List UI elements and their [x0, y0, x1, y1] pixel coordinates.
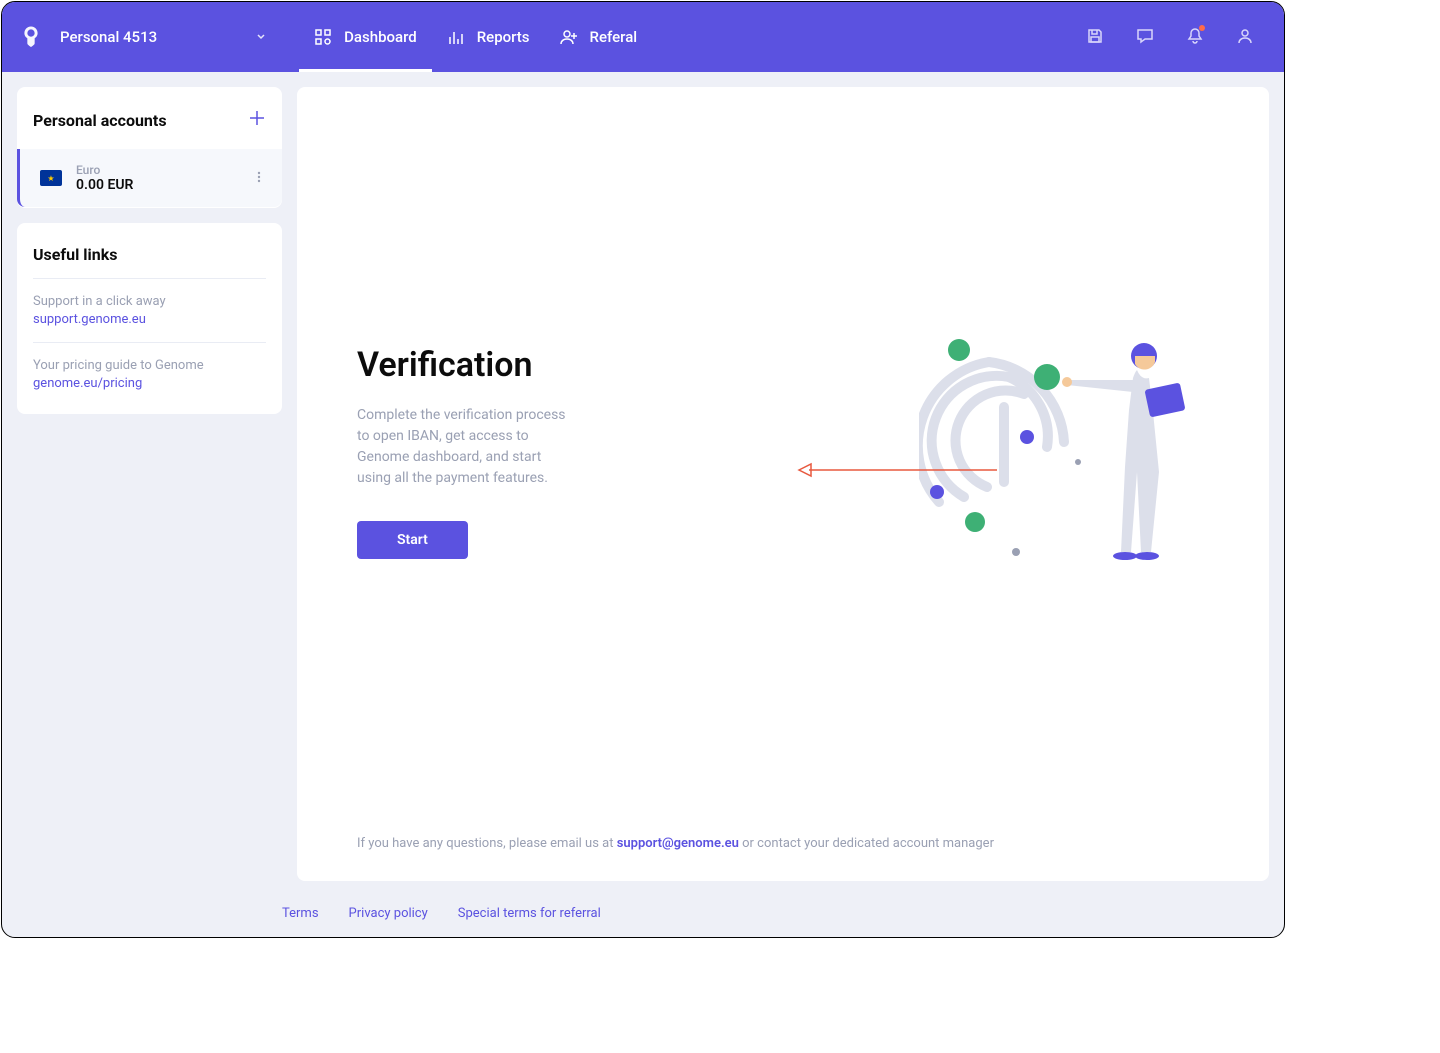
link-item-pricing: Your pricing guide to Genome genome.eu/p… — [33, 342, 266, 406]
footer-terms-link[interactable]: Terms — [282, 906, 319, 921]
link-desc: Support in a click away — [33, 294, 266, 309]
save-icon[interactable] — [1086, 27, 1106, 47]
verification-illustration — [617, 322, 1209, 582]
link-desc: Your pricing guide to Genome — [33, 358, 266, 373]
useful-links-title: Useful links — [33, 245, 266, 264]
footer-referral-link[interactable]: Special terms for referral — [458, 906, 601, 921]
account-row[interactable]: ★ Euro 0.00 EUR — [17, 149, 282, 207]
main-nav: Dashboard Reports Referal — [299, 2, 652, 72]
logo-icon — [22, 25, 42, 49]
header-actions — [1086, 27, 1268, 47]
main-panel: Verification Complete the verification p… — [297, 87, 1269, 881]
nav-dashboard-label: Dashboard — [344, 28, 417, 46]
reports-icon — [447, 28, 465, 46]
account-more-button[interactable] — [248, 165, 270, 192]
nav-referal-label: Referal — [590, 28, 638, 46]
link-item-support: Support in a click away support.genome.e… — [33, 278, 266, 342]
eu-flag-icon: ★ — [40, 170, 62, 186]
start-button[interactable]: Start — [357, 521, 468, 559]
notification-badge — [1199, 25, 1205, 31]
nav-reports[interactable]: Reports — [432, 2, 545, 72]
page-footer: Terms Privacy policy Special terms for r… — [2, 896, 1284, 937]
sidebar: Personal accounts ★ Euro 0.00 EUR — [17, 87, 282, 881]
nav-reports-label: Reports — [477, 28, 530, 46]
chevron-down-icon — [255, 28, 267, 46]
notification-icon[interactable] — [1186, 27, 1206, 47]
link-url[interactable]: genome.eu/pricing — [33, 376, 266, 391]
dashboard-icon — [314, 28, 332, 46]
footer-privacy-link[interactable]: Privacy policy — [349, 906, 428, 921]
nav-referal[interactable]: Referal — [545, 2, 653, 72]
chat-icon[interactable] — [1136, 27, 1156, 47]
profile-icon[interactable] — [1236, 27, 1256, 47]
useful-links-card: Useful links Support in a click away sup… — [17, 223, 282, 414]
account-selector-label: Personal 4513 — [60, 28, 157, 46]
account-selector[interactable]: Personal 4513 — [48, 28, 279, 46]
footer-suffix: or contact your dedicated account manage… — [739, 836, 994, 851]
add-account-button[interactable] — [248, 109, 266, 131]
accounts-title: Personal accounts — [33, 111, 167, 130]
account-currency: Euro — [76, 163, 234, 177]
account-balance: 0.00 EUR — [76, 177, 234, 193]
accounts-card: Personal accounts ★ Euro 0.00 EUR — [17, 87, 282, 208]
header: Personal 4513 Dashboard Reports — [2, 2, 1284, 72]
nav-dashboard[interactable]: Dashboard — [299, 2, 432, 72]
verification-title: Verification — [357, 345, 577, 385]
referal-icon — [560, 28, 578, 46]
footer-note: If you have any questions, please email … — [297, 816, 1269, 881]
verification-description: Complete the verification process to ope… — [357, 405, 577, 489]
support-email-link[interactable]: support@genome.eu — [617, 836, 739, 851]
link-url[interactable]: support.genome.eu — [33, 312, 266, 327]
footer-prefix: If you have any questions, please email … — [357, 836, 617, 851]
